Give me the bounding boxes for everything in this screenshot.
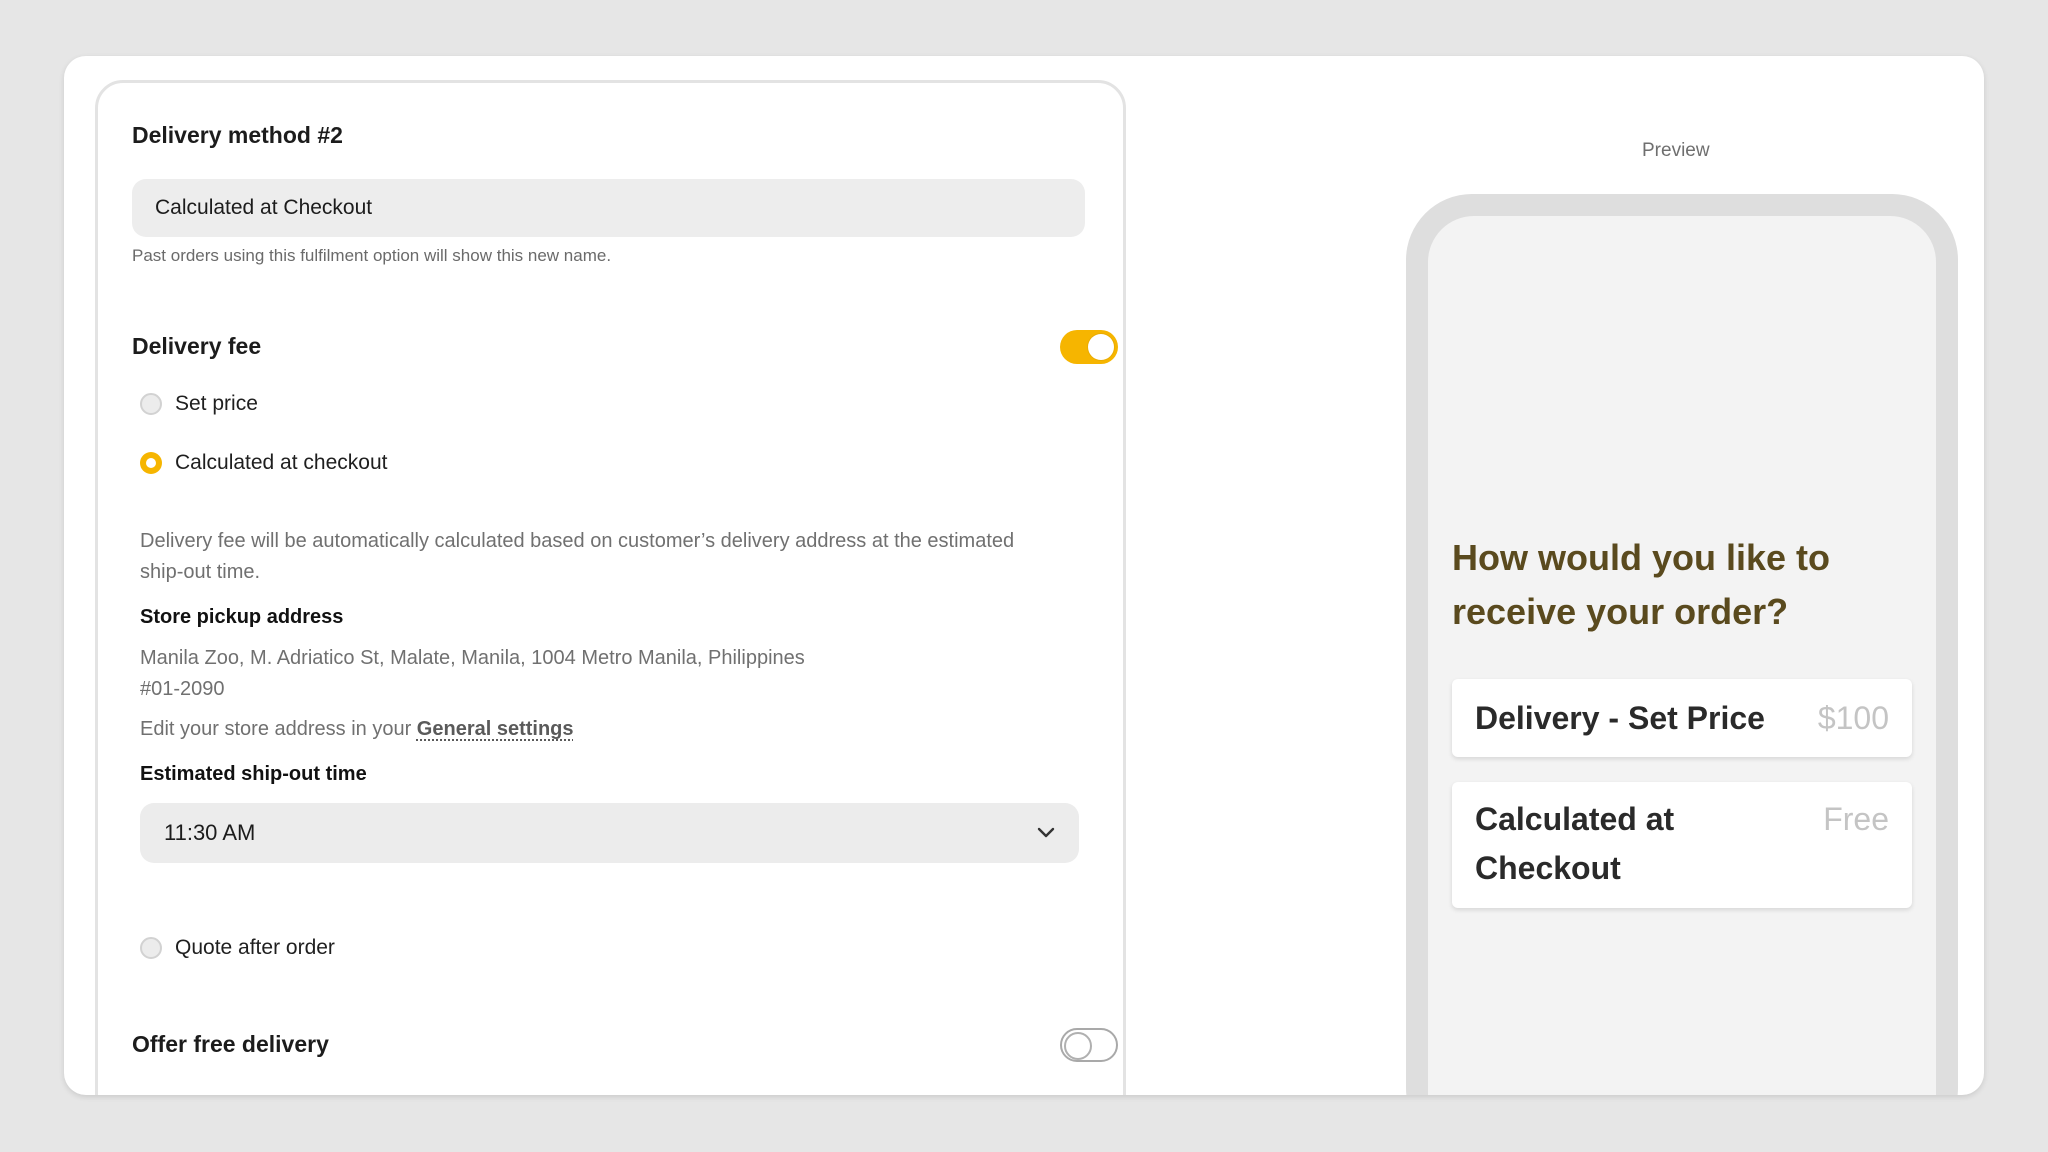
preview-question: How would you like to receive your order…	[1452, 537, 1830, 632]
settings-card: Delivery method #2 Past orders using thi…	[64, 56, 1984, 1095]
store-pickup-address: Manila Zoo, M. Adriatico St, Malate, Man…	[140, 643, 1020, 705]
chevron-down-icon	[1035, 822, 1057, 844]
delivery-fee-toggle[interactable]	[1060, 330, 1118, 364]
preview-option-calculated-at-checkout[interactable]: Calculated at Checkout Free	[1452, 782, 1912, 908]
phone-preview-frame: How would you like to receive your order…	[1406, 194, 1958, 1095]
ship-out-time-select[interactable]: 11:30 AM	[140, 803, 1079, 863]
preview-option-delivery-set-price[interactable]: Delivery - Set Price $100	[1452, 679, 1912, 757]
edit-address-note-text: Edit your store address in your	[140, 718, 417, 740]
auto-calc-description: Delivery fee will be automatically calcu…	[140, 530, 1015, 583]
fee-option-calculated-at-checkout[interactable]: Calculated at checkout	[140, 451, 387, 475]
delivery-method-name-input[interactable]	[132, 179, 1085, 237]
delivery-method-form: Delivery method #2 Past orders using thi…	[95, 80, 1126, 1095]
preview-label: Preview	[1642, 140, 1710, 161]
radio-checked-icon[interactable]	[140, 452, 162, 474]
fee-option-set-price[interactable]: Set price	[140, 392, 258, 416]
delivery-method-title: Delivery method #2	[132, 122, 343, 148]
pickup-address-line2: #01-2090	[140, 678, 225, 700]
general-settings-link[interactable]: General settings	[417, 718, 574, 740]
preview-option-price: $100	[1817, 699, 1889, 736]
ship-out-time-label: Estimated ship-out time	[140, 763, 367, 785]
preview-option-name: Calculated at Checkout	[1475, 801, 1675, 886]
fee-option-label: Set price	[175, 392, 258, 415]
radio-unchecked-icon[interactable]	[140, 937, 162, 959]
pickup-address-line1: Manila Zoo, M. Adriatico St, Malate, Man…	[140, 647, 805, 669]
preview-option-price: Free	[1823, 801, 1889, 837]
offer-free-delivery-title: Offer free delivery	[132, 1031, 329, 1057]
fee-option-label: Quote after order	[175, 936, 335, 959]
radio-unchecked-icon[interactable]	[140, 393, 162, 415]
edit-address-note: Edit your store address in your General …	[140, 718, 574, 741]
delivery-method-name-hint: Past orders using this fulfilment option…	[132, 246, 612, 265]
delivery-fee-title: Delivery fee	[132, 333, 262, 359]
toggle-knob	[1064, 1032, 1092, 1060]
fee-option-quote-after-order[interactable]: Quote after order	[140, 936, 335, 960]
offer-free-delivery-toggle[interactable]	[1060, 1028, 1118, 1062]
store-pickup-label: Store pickup address	[140, 606, 344, 628]
ship-out-time-value: 11:30 AM	[164, 820, 256, 845]
phone-preview-screen: How would you like to receive your order…	[1428, 216, 1936, 1095]
preview-option-name: Delivery - Set Price	[1475, 699, 1765, 736]
toggle-knob	[1088, 334, 1114, 360]
fee-option-label: Calculated at checkout	[175, 451, 388, 474]
